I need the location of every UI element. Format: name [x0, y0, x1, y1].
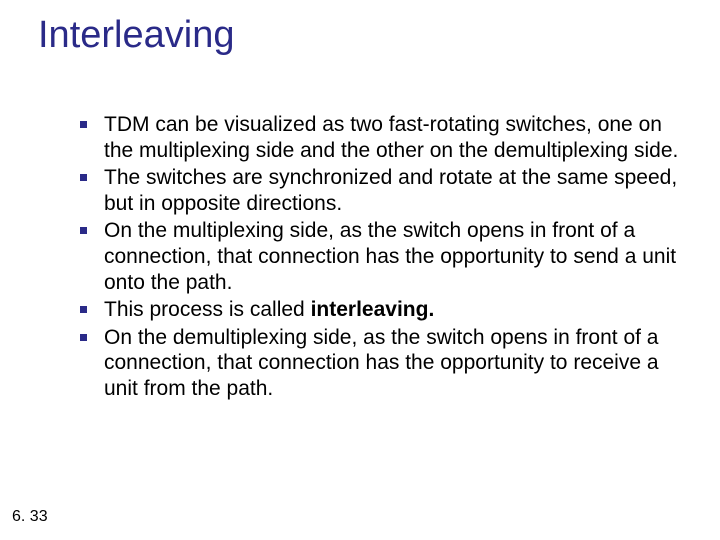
bullet-text: TDM can be visualized as two fast-rotati…	[104, 113, 678, 162]
list-item: The switches are synchronized and rotate…	[70, 165, 680, 216]
list-item: This process is called interleaving.	[70, 297, 680, 323]
slide-body: TDM can be visualized as two fast-rotati…	[70, 112, 680, 404]
list-item: TDM can be visualized as two fast-rotati…	[70, 112, 680, 163]
list-item: On the demultiplexing side, as the switc…	[70, 325, 680, 402]
slide-title: Interleaving	[38, 14, 234, 57]
bullet-text: On the demultiplexing side, as the switc…	[104, 326, 659, 400]
list-item: On the multiplexing side, as the switch …	[70, 218, 680, 295]
slide: Interleaving TDM can be visualized as tw…	[0, 0, 720, 540]
slide-number: 6. 33	[12, 508, 48, 526]
bullet-text-prefix: This process is called	[104, 298, 311, 321]
bullet-text-bold: interleaving.	[311, 298, 435, 321]
bullet-text: On the multiplexing side, as the switch …	[104, 219, 676, 293]
bullet-text: The switches are synchronized and rotate…	[104, 166, 677, 215]
bullet-list: TDM can be visualized as two fast-rotati…	[70, 112, 680, 402]
